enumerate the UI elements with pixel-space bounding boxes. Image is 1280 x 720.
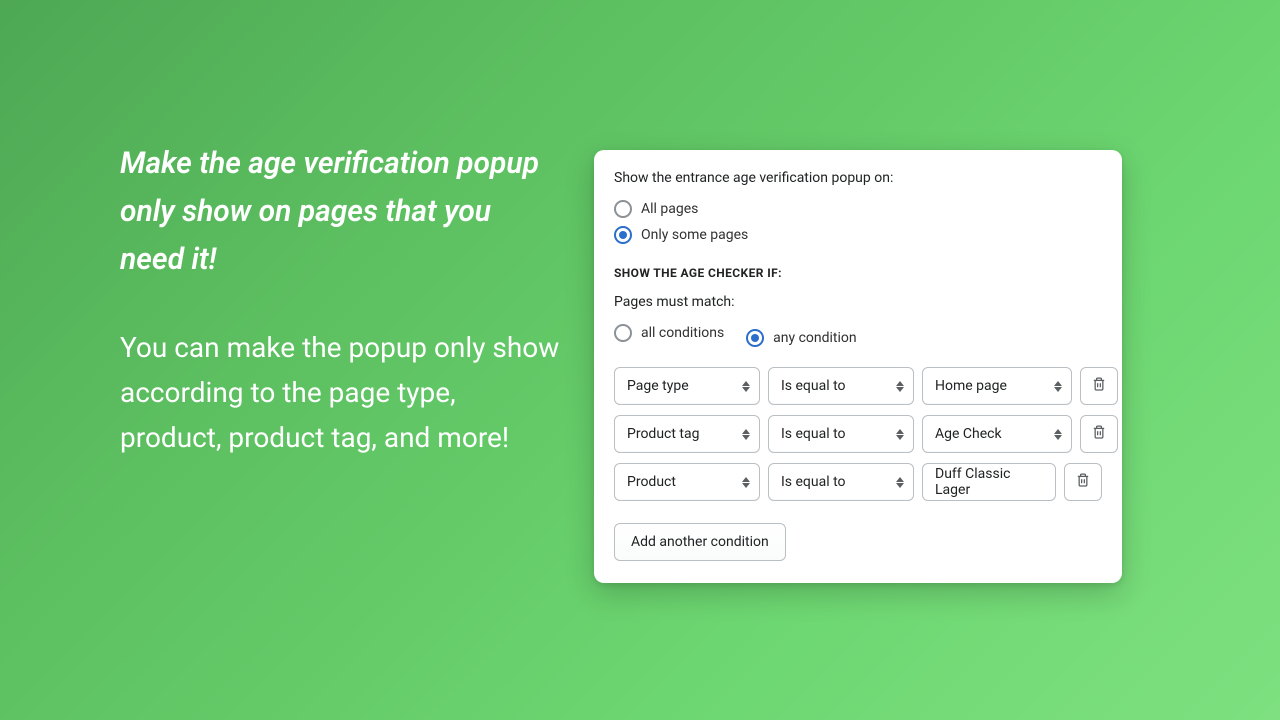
field-select[interactable]: Product tag	[614, 415, 760, 453]
delete-condition-button[interactable]	[1080, 367, 1118, 405]
promo-body: You can make the popup only show accordi…	[120, 326, 560, 460]
value-select[interactable]: Age Check	[922, 415, 1072, 453]
add-condition-label: Add another condition	[631, 534, 769, 550]
condition-row: Product Is equal to Duff Classic Lager	[614, 463, 1102, 501]
add-condition-button[interactable]: Add another condition	[614, 523, 786, 561]
value-input-value: Duff Classic Lager	[935, 466, 1043, 498]
condition-row: Page type Is equal to Home page	[614, 367, 1102, 405]
radio-icon	[614, 226, 632, 244]
sort-caret-icon	[741, 429, 751, 440]
radio-any-condition[interactable]: any condition	[746, 325, 857, 351]
field-select-value: Page type	[627, 378, 689, 394]
operator-select-value: Is equal to	[781, 474, 846, 490]
value-input[interactable]: Duff Classic Lager	[922, 463, 1056, 501]
field-select-value: Product	[627, 474, 676, 490]
radio-only-some-pages-label: Only some pages	[641, 227, 748, 243]
sort-caret-icon	[1053, 381, 1063, 392]
radio-icon	[614, 200, 632, 218]
promo-copy: Make the age verification popup only sho…	[120, 140, 560, 460]
operator-select[interactable]: Is equal to	[768, 415, 914, 453]
value-select[interactable]: Home page	[922, 367, 1072, 405]
sort-caret-icon	[895, 429, 905, 440]
trash-icon	[1075, 472, 1091, 492]
radio-all-conditions[interactable]: all conditions	[614, 320, 724, 346]
radio-icon	[614, 324, 632, 342]
sort-caret-icon	[1053, 429, 1063, 440]
match-label: Pages must match:	[614, 294, 1102, 310]
promo-headline: Make the age verification popup only sho…	[120, 140, 560, 284]
operator-select-value: Is equal to	[781, 378, 846, 394]
sort-caret-icon	[895, 477, 905, 488]
radio-all-pages[interactable]: All pages	[614, 196, 1102, 222]
value-select-value: Age Check	[935, 426, 1002, 442]
operator-select[interactable]: Is equal to	[768, 367, 914, 405]
sort-caret-icon	[741, 477, 751, 488]
value-select-value: Home page	[935, 378, 1007, 394]
sort-caret-icon	[895, 381, 905, 392]
show-on-label: Show the entrance age verification popup…	[614, 170, 1102, 186]
radio-only-some-pages[interactable]: Only some pages	[614, 222, 1102, 248]
trash-icon	[1091, 424, 1107, 444]
radio-all-pages-label: All pages	[641, 201, 698, 217]
section-heading: SHOW THE AGE CHECKER IF:	[614, 266, 1102, 280]
radio-icon	[746, 329, 764, 347]
radio-all-conditions-label: all conditions	[641, 325, 724, 341]
field-select[interactable]: Product	[614, 463, 760, 501]
condition-rows: Page type Is equal to Home page	[614, 367, 1102, 501]
field-select[interactable]: Page type	[614, 367, 760, 405]
operator-select[interactable]: Is equal to	[768, 463, 914, 501]
settings-card: Show the entrance age verification popup…	[594, 150, 1122, 583]
operator-select-value: Is equal to	[781, 426, 846, 442]
field-select-value: Product tag	[627, 426, 699, 442]
radio-any-condition-label: any condition	[773, 330, 857, 346]
delete-condition-button[interactable]	[1064, 463, 1102, 501]
condition-row: Product tag Is equal to Age Check	[614, 415, 1102, 453]
delete-condition-button[interactable]	[1080, 415, 1118, 453]
sort-caret-icon	[741, 381, 751, 392]
trash-icon	[1091, 376, 1107, 396]
